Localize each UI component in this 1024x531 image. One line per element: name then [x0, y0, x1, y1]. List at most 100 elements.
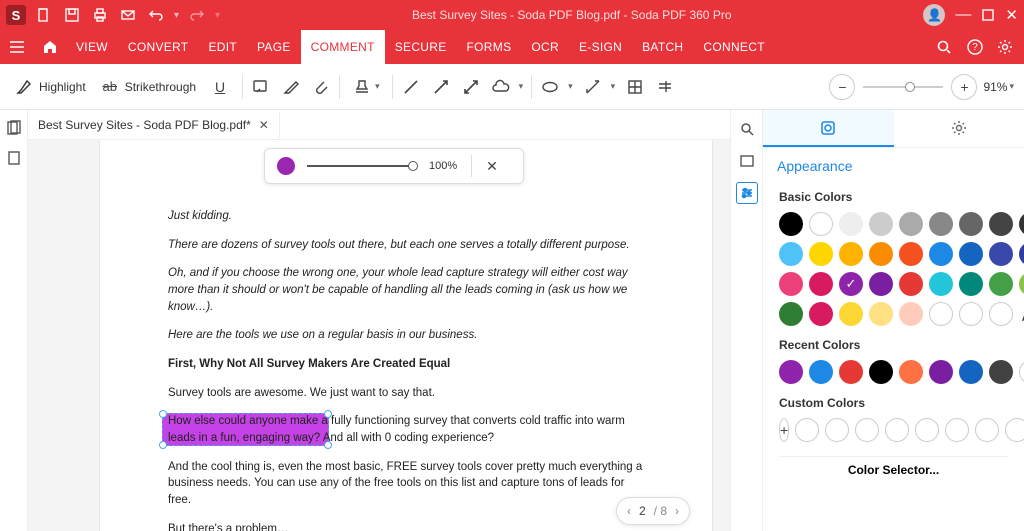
zoom-more[interactable]: ▾ — [1009, 81, 1014, 92]
find-icon[interactable] — [736, 118, 758, 140]
custom-color-slot[interactable] — [1005, 418, 1024, 442]
redo-icon[interactable] — [187, 5, 207, 25]
close-icon[interactable]: ✕ — [1005, 6, 1018, 24]
color-swatch[interactable] — [809, 360, 833, 384]
new-icon[interactable] — [34, 5, 54, 25]
custom-color-slot[interactable] — [915, 418, 939, 442]
options-icon[interactable] — [736, 182, 758, 204]
color-swatch[interactable] — [839, 302, 863, 326]
color-swatch[interactable] — [989, 242, 1013, 266]
color-swatch[interactable] — [959, 302, 983, 326]
attach-icon[interactable] — [311, 77, 331, 97]
color-swatch[interactable] — [869, 360, 893, 384]
color-swatch[interactable] — [1019, 242, 1024, 266]
color-swatch[interactable] — [959, 242, 983, 266]
color-swatch[interactable] — [1019, 360, 1024, 384]
strikethrough-tool[interactable]: ab Strikethrough — [96, 73, 200, 101]
highlight-tool[interactable]: Highlight — [10, 73, 90, 101]
zoom-in-button[interactable]: + — [951, 74, 977, 100]
maximize-icon[interactable] — [981, 8, 995, 22]
double-arrow-icon[interactable] — [461, 77, 481, 97]
custom-color-slot[interactable] — [975, 418, 999, 442]
tab-page[interactable]: PAGE — [247, 30, 301, 64]
minimize-icon[interactable]: — — [955, 6, 971, 24]
zoom-slider[interactable] — [863, 86, 943, 88]
color-swatch[interactable] — [899, 242, 923, 266]
color-swatch[interactable] — [899, 360, 923, 384]
measure-icon[interactable] — [583, 77, 603, 97]
stamp-tool[interactable]: ▾ — [348, 73, 384, 101]
color-swatch[interactable] — [989, 212, 1013, 236]
settings-tab[interactable] — [894, 110, 1024, 147]
undo-icon[interactable] — [146, 5, 166, 25]
color-swatch[interactable] — [869, 242, 893, 266]
color-swatch[interactable] — [779, 212, 803, 236]
color-swatch[interactable] — [839, 212, 863, 236]
tab-ocr[interactable]: OCR — [521, 30, 569, 64]
color-swatch[interactable] — [959, 360, 983, 384]
color-swatch[interactable] — [989, 360, 1013, 384]
opacity-slider[interactable] — [307, 165, 417, 167]
opacity-close-icon[interactable]: ✕ — [486, 158, 498, 175]
close-tab-icon[interactable]: ✕ — [259, 118, 269, 132]
color-swatch[interactable] — [869, 212, 893, 236]
color-swatch[interactable] — [809, 302, 833, 326]
custom-color-slot[interactable] — [825, 418, 849, 442]
color-swatch[interactable] — [809, 242, 833, 266]
whiteout-icon[interactable] — [655, 77, 675, 97]
color-swatch[interactable] — [929, 272, 953, 296]
color-swatch[interactable] — [839, 242, 863, 266]
note-icon[interactable] — [251, 77, 271, 97]
tab-e-sign[interactable]: E-SIGN — [569, 30, 632, 64]
color-swatch[interactable] — [899, 212, 923, 236]
home-icon[interactable] — [34, 38, 66, 56]
color-swatch[interactable] — [869, 272, 893, 296]
ellipse-more[interactable]: ▾ — [568, 81, 573, 92]
help-icon[interactable]: ? — [966, 38, 984, 56]
color-swatch[interactable] — [989, 272, 1013, 296]
pencil-icon[interactable] — [281, 77, 301, 97]
color-swatch[interactable] — [779, 360, 803, 384]
color-swatch[interactable] — [899, 302, 923, 326]
mail-icon[interactable] — [118, 5, 138, 25]
zoom-out-button[interactable]: − — [829, 74, 855, 100]
cloud-icon[interactable] — [491, 77, 511, 97]
tab-comment[interactable]: COMMENT — [301, 30, 385, 64]
ellipse-icon[interactable] — [540, 77, 560, 97]
appearance-tab[interactable] — [763, 110, 894, 147]
color-swatch[interactable] — [899, 272, 923, 296]
color-swatch[interactable] — [839, 272, 863, 296]
color-swatch[interactable] — [779, 302, 803, 326]
settings-icon[interactable] — [996, 38, 1014, 56]
color-selector-button[interactable]: Color Selector... — [779, 456, 1008, 481]
save-icon[interactable] — [62, 5, 82, 25]
color-swatch[interactable] — [1019, 272, 1024, 296]
custom-color-slot[interactable] — [885, 418, 909, 442]
app-logo[interactable]: S — [6, 5, 26, 25]
next-page-icon[interactable]: › — [675, 504, 679, 518]
color-swatch[interactable] — [809, 272, 833, 296]
color-swatch[interactable] — [929, 302, 953, 326]
color-swatch[interactable] — [779, 272, 803, 296]
print-icon[interactable] — [90, 5, 110, 25]
eyedropper-icon[interactable] — [1019, 302, 1024, 326]
color-swatch[interactable] — [929, 360, 953, 384]
shape-more[interactable]: ▾ — [519, 81, 524, 92]
tab-connect[interactable]: CONNECT — [693, 30, 774, 64]
line-icon[interactable] — [401, 77, 421, 97]
color-swatch[interactable] — [839, 360, 863, 384]
page-number[interactable]: 2 — [639, 504, 646, 518]
thumbnails-icon[interactable] — [4, 118, 24, 138]
search-icon[interactable] — [934, 37, 954, 57]
custom-color-slot[interactable] — [795, 418, 819, 442]
fit-page-icon[interactable] — [736, 150, 758, 172]
custom-color-slot[interactable] — [945, 418, 969, 442]
underline-tool[interactable]: U — [206, 73, 234, 101]
color-swatch[interactable] — [959, 272, 983, 296]
account-avatar[interactable]: 👤 — [923, 4, 945, 26]
tab-edit[interactable]: EDIT — [198, 30, 247, 64]
color-swatch[interactable] — [779, 242, 803, 266]
tab-forms[interactable]: FORMS — [457, 30, 522, 64]
color-swatch[interactable] — [869, 302, 893, 326]
area-blackout-icon[interactable] — [625, 77, 645, 97]
